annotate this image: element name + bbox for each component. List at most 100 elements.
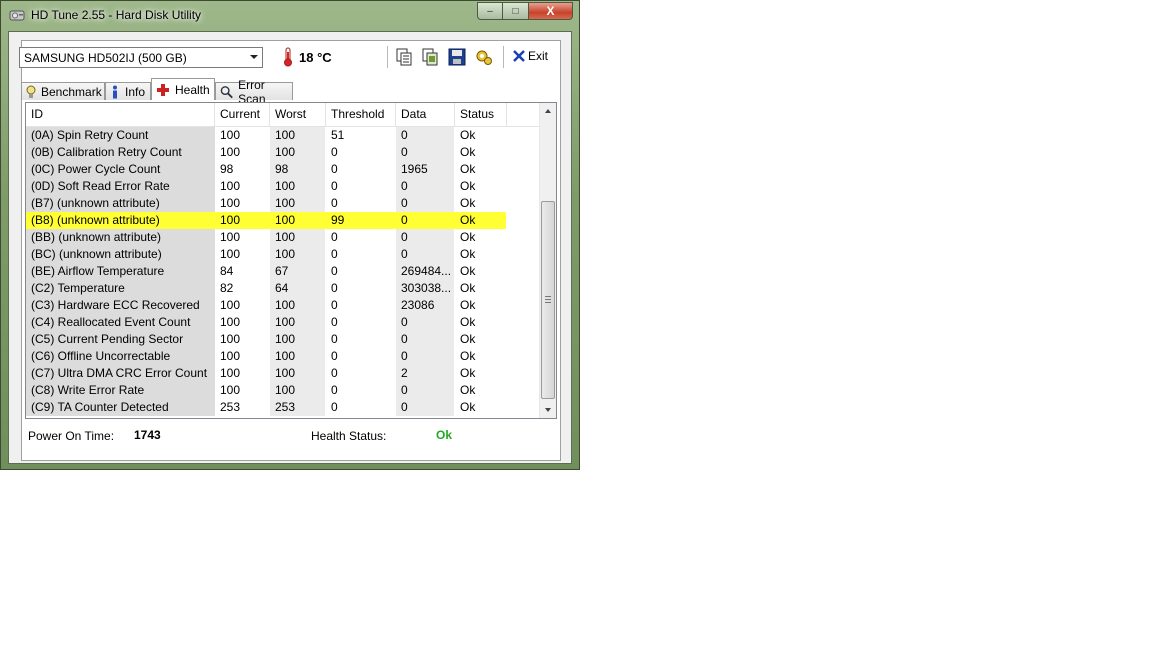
cell-worst: 67 — [270, 263, 325, 280]
toolbar-separator — [387, 46, 389, 68]
health-cross-icon — [157, 83, 169, 96]
cell-current: 253 — [220, 400, 241, 414]
cell-id: (B8) (unknown attribute) — [26, 212, 215, 229]
table-row[interactable]: (C9) TA Counter Detected 253 253 0 0 Ok — [26, 399, 541, 416]
cell-worst: 100 — [270, 229, 325, 246]
cell-current: 82 — [220, 281, 234, 295]
table-row[interactable]: (B8) (unknown attribute) 100 100 99 0 Ok — [26, 212, 506, 229]
cell-status: Ok — [460, 315, 476, 329]
maximize-button[interactable]: □ — [503, 2, 529, 20]
tab-info[interactable]: Info — [105, 82, 151, 100]
close-button[interactable]: X — [529, 2, 573, 20]
cell-data: 0 — [396, 212, 454, 229]
table-row[interactable]: (0A) Spin Retry Count 100 100 51 0 Ok — [26, 127, 541, 144]
cell-data: 269484... — [396, 263, 454, 280]
cell-current: 100 — [220, 213, 241, 227]
cell-threshold: 0 — [331, 400, 338, 414]
cell-status: Ok — [460, 349, 476, 363]
scroll-up-button[interactable] — [540, 103, 556, 119]
cell-current: 100 — [220, 128, 241, 142]
power-on-time-value: 1743 — [134, 428, 161, 442]
exit-label: Exit — [528, 49, 549, 63]
grip-icon — [545, 296, 551, 303]
close-icon: X — [546, 4, 555, 18]
cell-threshold: 0 — [331, 230, 338, 244]
table-row[interactable]: (BE) Airflow Temperature 84 67 0 269484... Ok — [26, 263, 541, 280]
options-icon[interactable] — [474, 47, 494, 67]
tab-benchmark-label: Benchmark — [41, 84, 102, 99]
cell-id: (0A) Spin Retry Count — [26, 127, 215, 144]
cell-data: 0 — [396, 178, 454, 195]
table-row[interactable]: (C7) Ultra DMA CRC Error Count 100 100 0 2 Ok — [26, 365, 541, 382]
column-header-status[interactable]: Status — [455, 103, 507, 126]
cell-id: (C8) Write Error Rate — [26, 382, 215, 399]
column-header-id[interactable]: ID — [26, 103, 215, 126]
tab-health[interactable]: Health — [151, 78, 215, 100]
table-row[interactable]: (C6) Offline Uncorrectable 100 100 0 0 Ok — [26, 348, 541, 365]
exit-button[interactable]: Exit — [513, 49, 548, 63]
cell-status: Ok — [460, 230, 476, 244]
cell-status: Ok — [460, 366, 476, 380]
copy-text-icon[interactable] — [394, 47, 414, 67]
cell-worst: 100 — [270, 348, 325, 365]
cell-current: 100 — [220, 332, 241, 346]
cell-threshold: 0 — [331, 315, 338, 329]
cell-status: Ok — [460, 213, 476, 227]
table-row[interactable]: (C8) Write Error Rate 100 100 0 0 Ok — [26, 382, 541, 399]
cell-current: 100 — [220, 196, 241, 210]
cell-data: 0 — [396, 246, 454, 263]
cell-data: 23086 — [396, 297, 454, 314]
cell-current: 98 — [220, 162, 234, 176]
vertical-scrollbar[interactable] — [539, 103, 556, 418]
scroll-down-button[interactable] — [540, 402, 556, 418]
table-row[interactable]: (BC) (unknown attribute) 100 100 0 0 Ok — [26, 246, 541, 263]
cell-status: Ok — [460, 298, 476, 312]
scroll-thumb[interactable] — [541, 201, 555, 399]
thermometer-icon — [284, 47, 292, 67]
column-header-data[interactable]: Data — [396, 103, 455, 126]
cell-threshold: 0 — [331, 332, 338, 346]
maximize-icon: □ — [512, 5, 519, 17]
table-row[interactable]: (0D) Soft Read Error Rate 100 100 0 0 Ok — [26, 178, 541, 195]
tab-benchmark[interactable]: Benchmark — [21, 82, 105, 100]
table-row[interactable]: (B7) (unknown attribute) 100 100 0 0 Ok — [26, 195, 541, 212]
cell-worst: 100 — [270, 314, 325, 331]
cell-threshold: 0 — [331, 196, 338, 210]
cell-data: 0 — [396, 127, 454, 144]
table-row[interactable]: (C5) Current Pending Sector 100 100 0 0 Ok — [26, 331, 541, 348]
cell-threshold: 0 — [331, 366, 338, 380]
cell-status: Ok — [460, 332, 476, 346]
cell-status: Ok — [460, 128, 476, 142]
table-body: (0A) Spin Retry Count 100 100 51 0 Ok (0B) Cal… — [26, 127, 541, 416]
title-bar[interactable]: HD Tune 2.55 - Hard Disk Utility – □ X — [1, 1, 579, 31]
copy-screenshot-icon[interactable] — [420, 47, 440, 67]
exit-x-icon — [513, 50, 525, 62]
table-row[interactable]: (C2) Temperature 82 64 0 303038... Ok — [26, 280, 541, 297]
cell-current: 100 — [220, 230, 241, 244]
smart-attributes-table[interactable]: ID Current Worst Threshold Data Status (… — [25, 102, 557, 419]
save-icon[interactable] — [447, 47, 467, 67]
column-header-threshold[interactable]: Threshold — [326, 103, 396, 126]
cell-data: 0 — [396, 382, 454, 399]
table-row[interactable]: (0C) Power Cycle Count 98 98 0 1965 Ok — [26, 161, 541, 178]
cell-current: 84 — [220, 264, 234, 278]
column-header-current[interactable]: Current — [215, 103, 270, 126]
tab-info-label: Info — [125, 84, 146, 99]
column-header-worst[interactable]: Worst — [270, 103, 326, 126]
drive-select[interactable]: SAMSUNG HD502IJ (500 GB) — [19, 47, 263, 68]
table-row[interactable]: (BB) (unknown attribute) 100 100 0 0 Ok — [26, 229, 541, 246]
cell-data: 0 — [396, 331, 454, 348]
table-row[interactable]: (0B) Calibration Retry Count 100 100 0 0 Ok — [26, 144, 541, 161]
cell-worst: 100 — [270, 178, 325, 195]
tab-error-scan[interactable]: Error Scan — [215, 78, 293, 106]
minimize-icon: – — [487, 5, 493, 17]
arrow-down-icon — [545, 408, 551, 412]
health-status-value: Ok — [436, 428, 453, 442]
table-row[interactable]: (C3) Hardware ECC Recovered 100 100 0 23086 O… — [26, 297, 541, 314]
minimize-button[interactable]: – — [477, 2, 503, 20]
cell-data: 1965 — [396, 161, 454, 178]
cell-worst: 100 — [270, 382, 325, 399]
table-row[interactable]: (C4) Reallocated Event Count 100 100 0 0 Ok — [26, 314, 541, 331]
cell-data: 0 — [396, 348, 454, 365]
benchmark-icon — [26, 85, 36, 98]
